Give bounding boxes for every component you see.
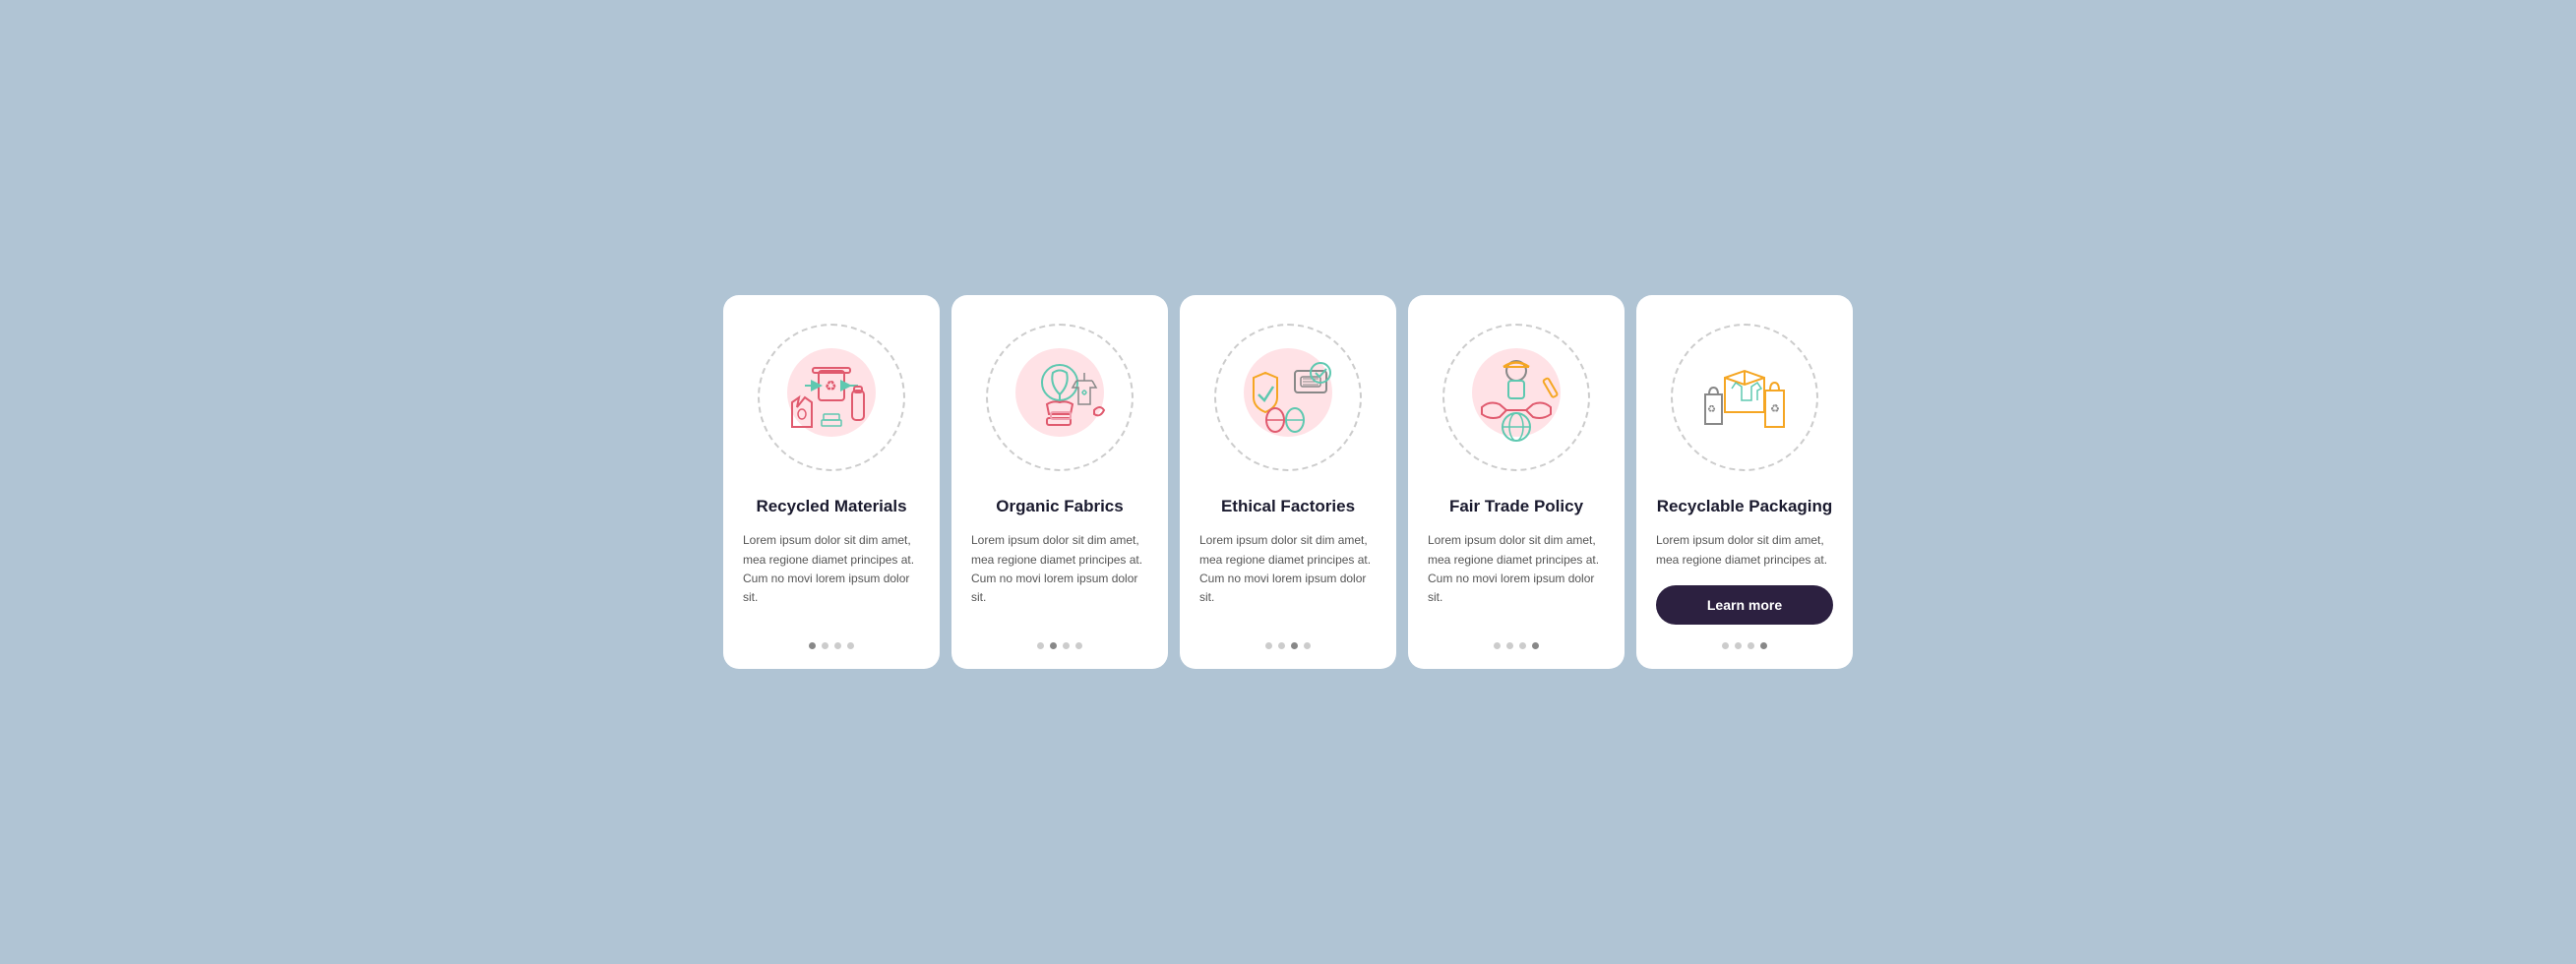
dot-1: [809, 642, 816, 649]
dot-2: [822, 642, 828, 649]
card-body: Lorem ipsum dolor sit dim amet, mea regi…: [1428, 531, 1605, 624]
svg-text:♻: ♻: [1770, 403, 1780, 415]
card-ethical-factories: Ethical Factories Lorem ipsum dolor sit …: [1180, 295, 1396, 668]
card-title: Recyclable Packaging: [1656, 496, 1833, 517]
dots-row: [809, 642, 854, 649]
dot-3: [1519, 642, 1526, 649]
card-title: Recycled Materials: [743, 496, 920, 517]
illustration-recycled: ♻: [753, 319, 910, 476]
card-body: Lorem ipsum dolor sit dim amet, mea regi…: [971, 531, 1148, 624]
illustration-fairtrade: [1438, 319, 1595, 476]
card-body: Lorem ipsum dolor sit dim amet, mea regi…: [743, 531, 920, 624]
recycled-icon: ♻: [767, 333, 895, 461]
dot-2: [1506, 642, 1513, 649]
dot-1: [1722, 642, 1729, 649]
card-fair-trade-policy: Fair Trade Policy Lorem ipsum dolor sit …: [1408, 295, 1625, 668]
dot-1: [1265, 642, 1272, 649]
card-body: Lorem ipsum dolor sit dim amet, mea regi…: [1199, 531, 1377, 624]
fairtrade-icon: [1452, 333, 1580, 461]
dot-2: [1278, 642, 1285, 649]
illustration-organic: [981, 319, 1138, 476]
illustration-ethical: [1209, 319, 1367, 476]
dot-2: [1050, 642, 1057, 649]
dot-3: [1748, 642, 1754, 649]
card-recyclable-packaging: ♻ ♻ Recyclable Packaging Lorem ipsum dol…: [1636, 295, 1853, 668]
card-organic-fabrics: Organic Fabrics Lorem ipsum dolor sit di…: [951, 295, 1168, 668]
dot-4: [1532, 642, 1539, 649]
card-body: Lorem ipsum dolor sit dim amet, mea regi…: [1656, 531, 1833, 569]
dots-row: [1494, 642, 1539, 649]
dot-3: [1063, 642, 1070, 649]
dot-1: [1494, 642, 1501, 649]
illustration-packaging: ♻ ♻: [1666, 319, 1823, 476]
dot-4: [1075, 642, 1082, 649]
organic-icon: [996, 333, 1124, 461]
card-title: Organic Fabrics: [971, 496, 1148, 517]
ethical-icon: [1224, 333, 1352, 461]
dots-row: [1265, 642, 1311, 649]
dot-2: [1735, 642, 1742, 649]
dot-1: [1037, 642, 1044, 649]
svg-text:♻: ♻: [1707, 404, 1716, 415]
dot-3: [834, 642, 841, 649]
dot-4: [847, 642, 854, 649]
card-recycled-materials: ♻: [723, 295, 940, 668]
cards-container: ♻: [723, 295, 1853, 668]
dot-4: [1760, 642, 1767, 649]
packaging-icon: ♻ ♻: [1681, 333, 1809, 461]
dot-4: [1304, 642, 1311, 649]
card-title: Fair Trade Policy: [1428, 496, 1605, 517]
dots-row: [1722, 642, 1767, 649]
dots-row: [1037, 642, 1082, 649]
learn-more-button[interactable]: Learn more: [1656, 585, 1833, 625]
svg-text:♻: ♻: [825, 378, 837, 393]
dot-3: [1291, 642, 1298, 649]
card-title: Ethical Factories: [1199, 496, 1377, 517]
